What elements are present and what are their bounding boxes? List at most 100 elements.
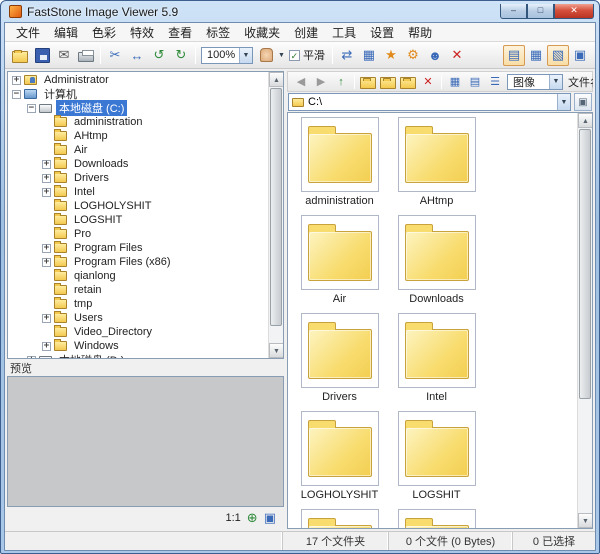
thumbnail-administration[interactable]: administration [291, 117, 388, 207]
expand-icon[interactable]: + [42, 187, 51, 197]
smooth-checkbox[interactable]: ✓ [288, 49, 300, 61]
tree-item-administration[interactable]: administration [8, 115, 268, 129]
gear-icon[interactable]: ⚙ [402, 45, 424, 66]
menu-item-帮助[interactable]: 帮助 [401, 23, 439, 42]
tree-item-本地磁盘 (C:)[interactable]: − 本地磁盘 (C:) [8, 100, 268, 116]
title-bar[interactable]: FastStone Image Viewer 5.9 – □ ✕ [4, 1, 596, 22]
zoom-actual-icon[interactable]: ⊕ [247, 510, 258, 526]
tree-item-Intel[interactable]: + Intel [8, 185, 268, 199]
expand-icon[interactable]: + [42, 173, 51, 183]
email-icon[interactable]: ✉ [53, 45, 75, 66]
layout-browser-icon[interactable]: ▤ [503, 44, 525, 66]
tree-item-AHtmp[interactable]: AHtmp [8, 129, 268, 143]
hand-tool-icon[interactable] [255, 45, 277, 66]
print-icon[interactable] [75, 45, 97, 66]
menu-item-标签[interactable]: 标签 [199, 23, 237, 42]
tree-item-tmp[interactable]: tmp [8, 297, 268, 311]
fit-window-icon[interactable]: ▣ [264, 510, 276, 526]
thumbnail-AHtmp[interactable]: AHtmp [388, 117, 485, 207]
menu-item-编辑[interactable]: 编辑 [47, 23, 85, 42]
delete-icon[interactable]: ✕ [418, 73, 438, 90]
view-list-icon[interactable]: ☰ [485, 73, 505, 90]
thumbnail-Intel[interactable]: Intel [388, 313, 485, 403]
minimize-button[interactable]: – [500, 3, 527, 19]
tree-item-Administrator[interactable]: + Administrator [8, 73, 268, 87]
view-mode-select[interactable]: 图像 ▼ [507, 73, 563, 90]
thumbnail-Drivers[interactable]: Drivers [291, 313, 388, 403]
menu-item-设置[interactable]: 设置 [363, 23, 401, 42]
expand-icon[interactable]: + [42, 257, 51, 267]
rotate-right-icon[interactable]: ↻ [170, 45, 192, 66]
scrollbar-thumb[interactable] [270, 88, 282, 326]
tree-item-LOGHOLYSHIT[interactable]: LOGHOLYSHIT [8, 199, 268, 213]
rotate-left-icon[interactable]: ↺ [148, 45, 170, 66]
open-folder-icon[interactable] [9, 45, 31, 66]
tree-item-Windows[interactable]: + Windows [8, 339, 268, 353]
back-icon[interactable]: ◀ [291, 73, 311, 90]
zoom-select[interactable]: 100% ▼ [201, 46, 253, 64]
thumbnail-Program Files[interactable]: Program Files [388, 509, 485, 528]
forward-icon[interactable]: ▶ [311, 73, 331, 90]
copy-folder-icon[interactable] [378, 73, 398, 90]
tree-item-Pro[interactable]: Pro [8, 227, 268, 241]
maximize-button[interactable]: □ [527, 3, 554, 19]
up-icon[interactable]: ↑ [331, 73, 351, 90]
menu-item-文件[interactable]: 文件 [9, 23, 47, 42]
thumbnail-Pro[interactable]: Pro [291, 509, 388, 528]
tree-item-本地磁盘 (D:)[interactable]: + 本地磁盘 (D:) [8, 353, 268, 358]
menu-item-创建[interactable]: 创建 [287, 23, 325, 42]
new-folder-icon[interactable] [358, 73, 378, 90]
tree-item-Air[interactable]: Air [8, 143, 268, 157]
tree-item-Drivers[interactable]: + Drivers [8, 171, 268, 185]
thumbnail-Downloads[interactable]: Downloads [388, 215, 485, 305]
tree-item-retain[interactable]: retain [8, 283, 268, 297]
menu-item-特效[interactable]: 特效 [123, 23, 161, 42]
chevron-down-icon[interactable]: ▼ [239, 47, 252, 63]
collapse-icon[interactable]: − [12, 89, 21, 99]
tree-item-qianlong[interactable]: qianlong [8, 269, 268, 283]
expand-icon[interactable]: + [27, 355, 36, 358]
menu-item-色彩[interactable]: 色彩 [85, 23, 123, 42]
hand-tool-dropdown-icon[interactable]: ▼ [278, 52, 285, 59]
expand-icon[interactable]: + [42, 341, 51, 351]
scroll-up-icon[interactable]: ▲ [578, 113, 592, 128]
expand-icon[interactable]: + [12, 75, 21, 85]
fullscreen-icon[interactable]: ▣ [569, 45, 591, 66]
thumbnail-LOGHOLYSHIT[interactable]: LOGHOLYSHIT [291, 411, 388, 501]
tree-item-Users[interactable]: + Users [8, 311, 268, 325]
view-details-icon[interactable]: ▤ [465, 73, 485, 90]
scroll-down-icon[interactable]: ▼ [578, 513, 592, 528]
view-thumbnails-icon[interactable]: ▦ [445, 73, 465, 90]
collapse-icon[interactable]: − [27, 103, 36, 113]
expand-icon[interactable]: + [42, 243, 51, 253]
menu-item-工具[interactable]: 工具 [325, 23, 363, 42]
tree-item-Program Files[interactable]: + Program Files [8, 241, 268, 255]
layout-split-icon[interactable]: ▦ [525, 45, 547, 66]
expand-icon[interactable]: + [42, 159, 51, 169]
menu-item-查看[interactable]: 查看 [161, 23, 199, 42]
chevron-down-icon[interactable]: ▼ [549, 74, 562, 89]
tree-item-计算机[interactable]: − 计算机 [8, 87, 268, 101]
thumbnail-scrollbar[interactable]: ▲ ▼ [577, 113, 592, 528]
scrollbar-thumb[interactable] [579, 129, 591, 399]
scroll-down-icon[interactable]: ▼ [269, 343, 283, 358]
address-combo[interactable]: C:\ ▼ [288, 93, 571, 111]
tree-item-LOGSHIT[interactable]: LOGSHIT [8, 213, 268, 227]
thumbnail-LOGSHIT[interactable]: LOGSHIT [388, 411, 485, 501]
thumbnails-icon[interactable]: ▦ [358, 45, 380, 66]
tree-scrollbar[interactable]: ▲ ▼ [268, 72, 283, 358]
compare-icon[interactable]: ⇄ [336, 45, 358, 66]
move-folder-icon[interactable] [398, 73, 418, 90]
menu-item-收藏夹[interactable]: 收藏夹 [237, 23, 287, 42]
tree-item-Program Files (x86)[interactable]: + Program Files (x86) [8, 255, 268, 269]
layout-preview-icon[interactable]: ▧ [547, 44, 569, 66]
resize-icon[interactable]: ↔ [126, 45, 148, 66]
save-icon[interactable] [31, 45, 53, 66]
copy-path-icon[interactable]: ▣ [574, 93, 592, 111]
tree-item-Downloads[interactable]: + Downloads [8, 157, 268, 171]
user-icon[interactable]: ☻ [424, 45, 446, 66]
delete-icon[interactable]: ✕ [446, 45, 468, 66]
tree-item-Video_Directory[interactable]: Video_Directory [8, 325, 268, 339]
crop-icon[interactable]: ✂ [104, 45, 126, 66]
thumbnail-Air[interactable]: Air [291, 215, 388, 305]
